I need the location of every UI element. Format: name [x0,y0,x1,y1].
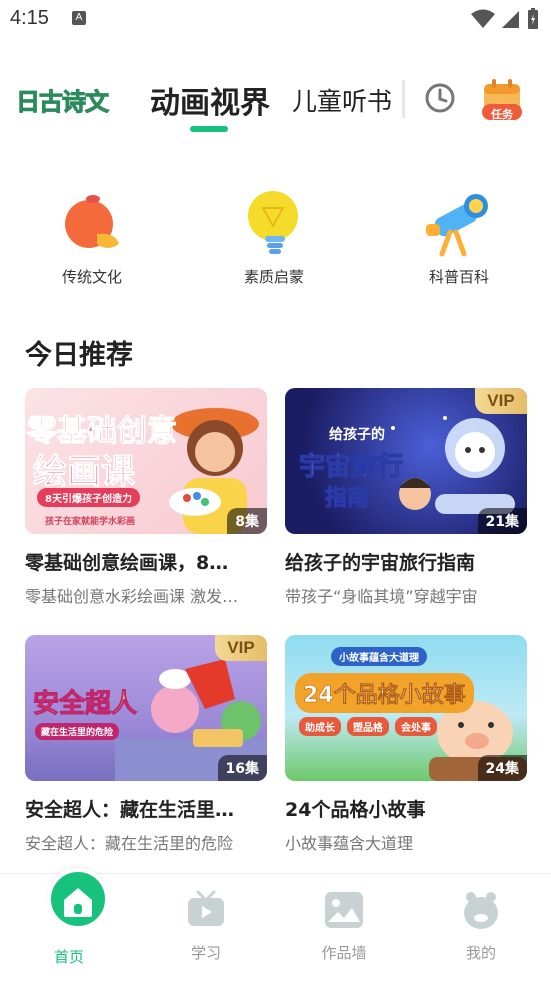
thumb-title: 24个品格小故事 [295,673,474,713]
tab-gushiwen-label: 古诗文 [39,88,110,117]
nav-label: 学习 [190,944,221,962]
card-subtitle: 小故事蕴含大道理 [285,834,414,853]
tab-gushiwen-prefix: 日 [16,88,41,117]
video-card[interactable]: 给孩子的 宇宙旅行 指南 VIP 21集 给孩子的宇宙旅行指南 带孩子“身临其境… [285,388,527,607]
lightbulb-icon [248,191,298,254]
bottom-navigation: 首页 学习 作品墙 我的 [0,868,551,981]
wifi-icon [471,9,495,28]
status-bar: 4:15 A [0,0,551,40]
video-card[interactable]: 小故事蕴含大道理 24个品格小故事 助成长 塑品格 会处事 24集 24个品格小… [285,635,527,854]
thumb-tags: 助成长 塑品格 会处事 [299,717,437,736]
thumb-top-pill: 小故事蕴含大道理 [331,647,427,666]
thumb-ribbon: 8天引爆孩子创造力 [37,488,140,507]
active-tab-indicator [190,126,228,132]
card-title: 给孩子的宇宙旅行指南 [285,552,476,574]
category-quality-enlightenment[interactable]: 素质启蒙 [204,188,344,287]
tab-animation[interactable]: 动画视界 [150,78,270,122]
nav-study[interactable]: 学习 [146,874,266,963]
thumb-tag: 助成长 [299,717,341,736]
history-clock-icon[interactable] [424,82,456,114]
category-label: 素质启蒙 [243,268,304,286]
picture-icon [325,892,363,928]
thumb-tag: 塑品格 [347,717,389,736]
piggy-face-icon [464,892,498,929]
episode-count-badge: 24集 [477,755,527,781]
episode-count-badge: 21集 [477,508,527,534]
thumb-caption: 孩子在家就能学水彩画 [45,517,136,527]
card-title: 零基础创意绘画课，8… [25,552,229,574]
tab-gushiwen[interactable]: 日古诗文 [16,82,110,117]
thumb-ribbon: 藏在生活里的危险 [35,723,120,740]
category-row: 传统文化 素质启蒙 科普百科 [0,188,551,288]
thumb-tag: 会处事 [395,717,437,736]
tab-divider [402,80,405,118]
task-badge-label: 任务 [491,108,513,121]
nav-works-wall[interactable]: 作品墙 [284,874,404,963]
card-thumbnail: 零基础创意 绘画课 8天引爆孩子创造力 孩子在家就能学水彩画 8集 [25,388,267,534]
card-thumbnail: 安全超人 藏在生活里的危险 VIP 16集 [25,635,267,781]
vip-badge: VIP [475,388,527,414]
orange-fruit-icon [65,195,119,248]
category-traditional-culture[interactable]: 传统文化 [22,188,162,287]
thumb-title-line2: 宇宙旅行 [298,452,404,483]
nav-label: 我的 [465,944,496,962]
vip-badge: VIP [215,635,267,661]
card-subtitle: 安全超人：藏在生活里的危险 [25,834,234,853]
card-thumbnail: 小故事蕴含大道理 24个品格小故事 助成长 塑品格 会处事 24集 [285,635,527,781]
card-subtitle: 零基础创意水彩绘画课 激发… [25,587,239,606]
signal-icon [502,11,519,28]
thumb-title: 安全超人 [32,689,138,720]
home-icon [64,888,92,917]
episode-count-badge: 16集 [217,755,267,781]
category-science-encyclopedia[interactable]: 科普百科 [389,188,529,287]
battery-icon [528,8,538,29]
video-card[interactable]: 零基础创意 绘画课 8天引爆孩子创造力 孩子在家就能学水彩画 8集 零基础创意绘… [25,388,267,607]
tv-icon [188,890,224,926]
notification-icon: A [72,11,86,25]
card-title: 24个品格小故事 [285,799,426,821]
thumb-title-line1: 给孩子的 [329,427,385,443]
thumb-title-line3: 指南 [324,486,370,512]
top-tab-bar: 日古诗文 动画视界 儿童听书 任务 [0,70,551,140]
video-card[interactable]: 安全超人 藏在生活里的危险 VIP 16集 安全超人：藏在生活里… 安全超人：藏… [25,635,267,854]
tab-kids-audiobook[interactable]: 儿童听书 [292,82,392,118]
card-title: 安全超人：藏在生活里… [25,799,235,821]
task-button[interactable]: 任务 [480,76,524,122]
nav-label: 作品墙 [321,944,367,962]
status-right [471,8,539,30]
episode-count-badge: 8集 [227,508,267,534]
status-time: 4:15 [10,7,49,29]
category-label: 传统文化 [61,268,122,286]
nav-label: 首页 [53,948,84,966]
card-subtitle: 带孩子“身临其境”穿越宇宙 [285,587,478,606]
nav-mine[interactable]: 我的 [421,874,541,963]
section-title-today: 今日推荐 [25,340,133,371]
card-thumbnail: 给孩子的 宇宙旅行 指南 VIP 21集 [285,388,527,534]
thumb-title-line2: 绘画课 [33,452,136,493]
category-label: 科普百科 [428,268,489,286]
telescope-icon [426,194,488,257]
